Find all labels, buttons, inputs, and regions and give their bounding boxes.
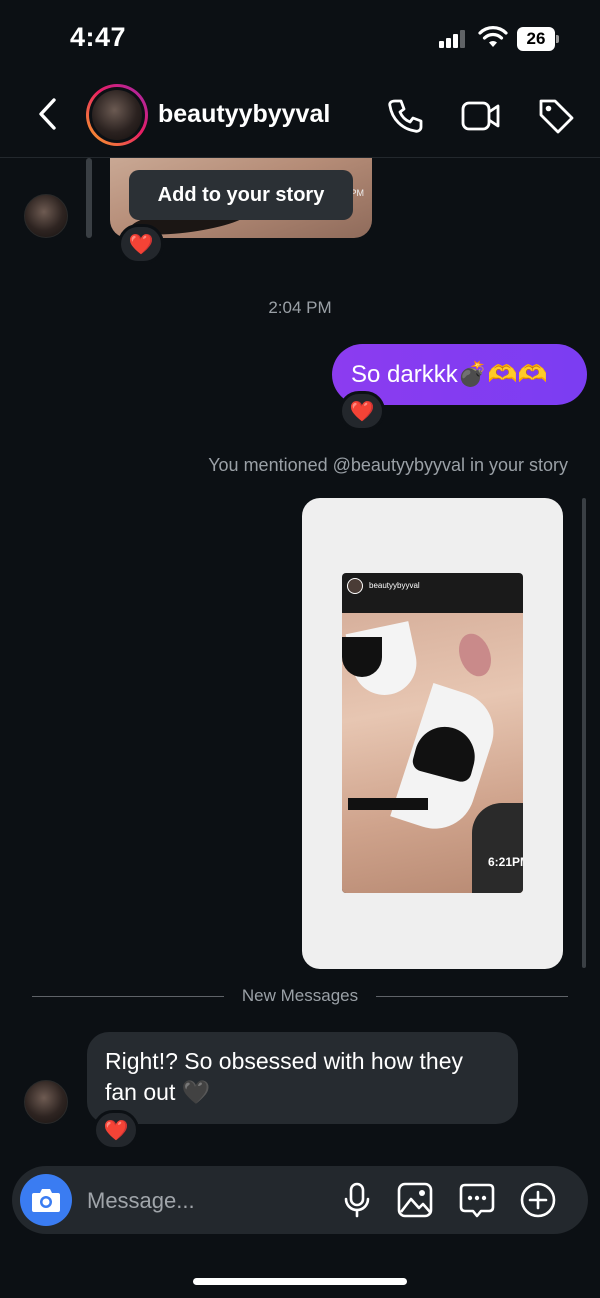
story-caption — [348, 798, 428, 810]
wifi-icon — [478, 26, 508, 47]
story-avatar — [347, 578, 363, 594]
battery-level: 26 — [517, 27, 555, 51]
tag-icon[interactable] — [536, 96, 576, 136]
microphone-icon[interactable] — [337, 1180, 377, 1220]
heart-reaction[interactable]: ❤️ — [118, 224, 164, 264]
message-composer — [12, 1166, 588, 1234]
chat-header: beautyybyyval — [0, 78, 600, 158]
image-icon[interactable] — [395, 1180, 435, 1220]
sender-avatar[interactable] — [24, 1080, 68, 1124]
heart-reaction[interactable]: ❤️ — [339, 391, 385, 431]
battery-icon: 26 — [517, 27, 559, 51]
time-separator: 2:04 PM — [268, 298, 332, 317]
scrollbar[interactable] — [582, 498, 586, 968]
home-indicator[interactable] — [193, 1278, 407, 1285]
heart-icon: ❤️ — [349, 400, 375, 423]
video-icon[interactable] — [461, 96, 501, 136]
mention-note: You mentioned @beautyybyyval in your sto… — [208, 455, 568, 475]
heart-icon: ❤️ — [128, 233, 154, 256]
shared-story-card[interactable]: beautyybyyval 6:21PM — [302, 498, 563, 969]
chat-bubble-icon[interactable] — [457, 1180, 497, 1220]
status-time: 4:47 — [70, 22, 127, 52]
chevron-left-icon[interactable] — [32, 94, 66, 134]
profile-avatar[interactable] — [86, 84, 148, 146]
story-image[interactable]: beautyybyyval 6:21PM — [342, 573, 523, 893]
story-time: 6:21PM — [488, 855, 523, 869]
chat-username[interactable]: beautyybyyval — [158, 100, 330, 129]
message-input[interactable] — [87, 1184, 317, 1218]
add-to-story-button[interactable]: Add to your story — [129, 170, 353, 220]
new-messages-divider: New Messages — [0, 986, 600, 1006]
sender-avatar[interactable] — [24, 194, 68, 238]
reply-bar — [86, 158, 92, 238]
story-username: beautyybyyval — [369, 581, 420, 590]
received-message[interactable]: Right!? So obsessed with how they fan ou… — [87, 1032, 518, 1124]
plus-circle-icon[interactable] — [518, 1180, 558, 1220]
camera-icon — [32, 1189, 60, 1212]
heart-icon: ❤️ — [103, 1119, 129, 1142]
heart-reaction[interactable]: ❤️ — [93, 1110, 139, 1150]
phone-icon[interactable] — [385, 96, 425, 136]
camera-button[interactable] — [20, 1174, 72, 1226]
signal-icon — [439, 30, 467, 48]
